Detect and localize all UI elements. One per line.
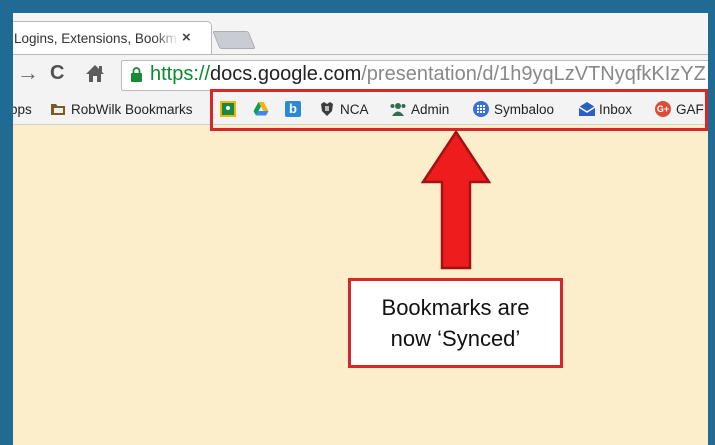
crest-icon (319, 101, 335, 117)
bookmark-drive[interactable] (253, 100, 274, 118)
folder-icon (50, 101, 66, 117)
callout-box: Bookmarks are now ‘Synced’ (348, 278, 563, 368)
bookmark-label: NCA (340, 101, 369, 117)
bookmark-gaf[interactable]: G+ GAF (655, 100, 704, 118)
tab-strip: Logins, Extensions, Bookmarks × (13, 13, 708, 55)
forward-arrow-icon[interactable]: → (17, 62, 39, 84)
browser-screenshot: Logins, Extensions, Bookmarks × → C http… (13, 13, 708, 445)
bookmark-classroom[interactable] (220, 100, 241, 118)
lock-icon (131, 67, 142, 82)
bookmark-label: Admin (411, 101, 450, 117)
classroom-icon (220, 101, 236, 117)
up-arrow-icon (421, 130, 491, 270)
apps-shortcut[interactable]: pps (13, 100, 32, 118)
bookmarks-bar: pps RobWilk Bookmarks b NCA Admin Symbal… (13, 94, 708, 125)
reload-icon[interactable]: C (50, 62, 64, 84)
new-tab-button[interactable] (212, 31, 256, 49)
bookmark-label: RobWilk Bookmarks (71, 101, 193, 117)
bookmark-inbox[interactable]: Inbox (578, 100, 632, 118)
drive-icon (253, 101, 269, 117)
admin-icon (390, 101, 406, 117)
url-scheme: https:// (150, 63, 211, 85)
google-plus-icon: G+ (655, 101, 671, 117)
url-text: https://docs.google.com/presentation/d/1… (150, 63, 708, 86)
callout-text: Bookmarks are now ‘Synced’ (381, 295, 530, 351)
bookmark-label: Symbaloo (494, 101, 555, 117)
tab-close-icon[interactable]: × (182, 29, 191, 46)
home-icon[interactable] (85, 64, 105, 87)
bookmark-b[interactable]: b (285, 100, 306, 118)
symbaloo-icon (473, 101, 489, 117)
b-icon: b (285, 101, 301, 117)
url-path: /presentation/d/1h9yqLzVTNyqfkKIzYZ (361, 63, 706, 85)
bookmark-admin[interactable]: Admin (390, 100, 449, 118)
address-bar[interactable]: https://docs.google.com/presentation/d/1… (121, 60, 708, 91)
inbox-icon (578, 101, 596, 117)
bookmark-nca[interactable]: NCA (319, 100, 369, 118)
tab-title: Logins, Extensions, Bookmarks (14, 31, 179, 46)
bookmark-label: GAF (676, 101, 704, 117)
bookmark-label: Inbox (599, 101, 633, 117)
browser-toolbar: → C https://docs.google.com/presentation… (13, 54, 708, 95)
url-host: docs.google.com (210, 63, 362, 85)
bookmark-symbaloo[interactable]: Symbaloo (473, 100, 554, 118)
bookmark-folder-robwilk[interactable]: RobWilk Bookmarks (50, 100, 193, 118)
tab-active[interactable]: Logins, Extensions, Bookmarks × (13, 21, 212, 55)
